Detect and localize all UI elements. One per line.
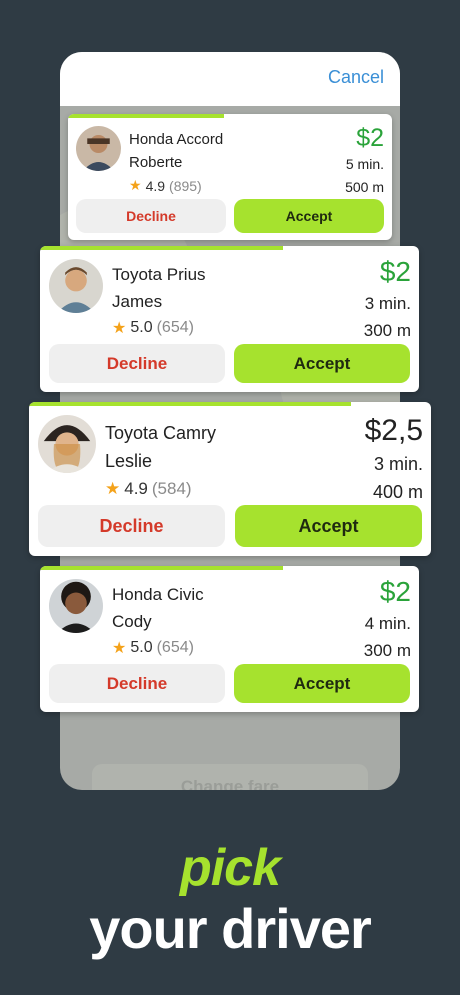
star-icon: ★ <box>112 640 127 657</box>
rating-value: 5.0 <box>130 319 153 336</box>
arrival-time: 3 min. <box>364 294 411 313</box>
driver-distance: 300 m <box>363 641 411 660</box>
arrival-time: 5 min. <box>345 156 384 172</box>
arrival-time: 3 min. <box>373 454 423 474</box>
avatar-icon <box>38 415 96 473</box>
driver-offer-card: Toyota Camry Leslie ★ 4.9 (584) $2,5 3 m… <box>29 402 431 556</box>
offer-timer-bar <box>29 402 351 406</box>
review-count: (584) <box>151 479 192 498</box>
driver-offer-card: Honda Accord Roberte ★ 4.9 (895) $2 5 mi… <box>68 114 392 240</box>
driver-rating: ★ 4.9 (584) <box>105 479 192 499</box>
review-count: (895) <box>169 177 202 194</box>
driver-name: James <box>112 292 163 311</box>
offer-price: $2,5 <box>364 414 423 447</box>
star-icon: ★ <box>105 479 121 498</box>
decline-button[interactable]: Decline <box>49 344 225 383</box>
driver-avatar <box>49 579 103 633</box>
star-icon: ★ <box>129 177 142 193</box>
driver-distance: 500 m <box>345 179 384 195</box>
driver-avatar <box>49 259 103 313</box>
driver-avatar <box>76 126 121 171</box>
avatar-icon <box>76 126 121 171</box>
decline-button[interactable]: Decline <box>49 664 225 703</box>
offer-timer-bar <box>40 566 283 570</box>
offer-timer-bar <box>40 246 283 250</box>
driver-distance: 400 m <box>372 482 423 502</box>
sheet-header: Cancel <box>60 52 400 106</box>
driver-rating: ★ 4.9 (895) <box>129 177 202 194</box>
accept-button[interactable]: Accept <box>234 664 410 703</box>
driver-distance: 300 m <box>363 321 411 340</box>
driver-avatar <box>38 415 96 473</box>
change-fare-button[interactable]: Change fare <box>92 764 368 790</box>
review-count: (654) <box>156 319 194 336</box>
arrival-time: 4 min. <box>364 614 411 633</box>
star-icon: ★ <box>112 320 127 337</box>
driver-rating: ★ 5.0 (654) <box>112 318 194 338</box>
offer-timer-bar <box>68 114 224 118</box>
offer-price: $2 <box>379 256 411 287</box>
driver-rating: ★ 5.0 (654) <box>112 638 194 658</box>
car-model: Honda Accord <box>129 131 224 148</box>
driver-offer-card: Toyota Prius James ★ 5.0 (654) $2 3 min.… <box>40 246 419 392</box>
accept-button[interactable]: Accept <box>234 344 410 383</box>
offer-price: $2 <box>379 576 411 607</box>
driver-name: Cody <box>112 612 152 631</box>
accept-button[interactable]: Accept <box>235 505 422 547</box>
review-count: (654) <box>156 639 194 656</box>
rating-value: 4.9 <box>145 177 166 194</box>
car-model: Honda Civic <box>112 585 204 604</box>
offer-price: $2 <box>356 124 384 152</box>
driver-offer-card: Honda Civic Cody ★ 5.0 (654) $2 4 min. 3… <box>40 566 419 712</box>
rating-value: 4.9 <box>124 479 148 498</box>
tagline-pick: pick <box>179 839 281 897</box>
car-model: Toyota Prius <box>112 265 206 284</box>
avatar-icon <box>49 579 103 633</box>
decline-button[interactable]: Decline <box>38 505 225 547</box>
tagline-your-driver: your driver <box>89 897 372 960</box>
driver-name: Roberte <box>129 154 183 171</box>
rating-value: 5.0 <box>130 639 153 656</box>
cancel-button[interactable]: Cancel <box>328 67 384 88</box>
accept-button[interactable]: Accept <box>234 199 384 233</box>
car-model: Toyota Camry <box>105 423 217 443</box>
decline-button[interactable]: Decline <box>76 199 226 233</box>
avatar-icon <box>49 259 103 313</box>
driver-name: Leslie <box>105 451 153 471</box>
